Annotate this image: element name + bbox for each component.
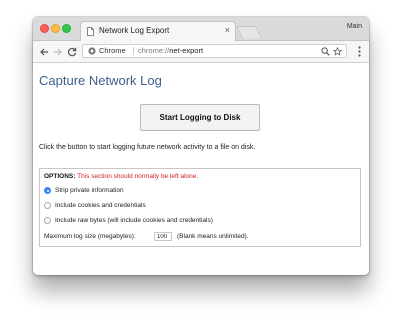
reload-icon[interactable] <box>66 46 78 58</box>
close-window-button[interactable] <box>40 24 49 33</box>
address-bar[interactable]: Chrome chrome://net-export <box>82 44 347 58</box>
url-host: net-export <box>169 46 204 55</box>
page-description: Click the button to start logging future… <box>39 144 256 151</box>
max-size-input[interactable] <box>154 232 172 241</box>
new-tab-button[interactable] <box>236 26 262 38</box>
zoom-search-icon[interactable] <box>321 47 330 56</box>
chrome-logo-icon <box>88 47 96 55</box>
bookmark-star-icon[interactable] <box>333 47 342 56</box>
radio-label: Strip private information <box>55 187 124 194</box>
profile-name[interactable]: Main <box>347 23 362 30</box>
forward-arrow-icon[interactable] <box>52 46 64 58</box>
active-tab[interactable]: Network Log Export × <box>80 21 236 41</box>
browser-window: Network Log Export × Main Chrome chrome:… <box>33 17 369 275</box>
back-arrow-icon[interactable] <box>38 46 50 58</box>
more-menu-icon[interactable] <box>358 46 361 57</box>
security-chip-label: Chrome <box>99 46 126 55</box>
options-panel: OPTIONS: This section should normally be… <box>39 168 361 247</box>
title-bar: Network Log Export × Main <box>33 17 369 41</box>
tab-title: Network Log Export <box>99 26 170 35</box>
radio-label: Include cookies and credentials <box>55 202 146 209</box>
radio-button[interactable] <box>44 217 51 224</box>
url-text: chrome://net-export <box>138 46 203 55</box>
close-tab-icon[interactable]: × <box>225 25 230 35</box>
radio-button[interactable] <box>44 202 51 209</box>
max-size-hint: (Blank means unlimited). <box>177 233 249 240</box>
page-title: Capture Network Log <box>39 73 162 88</box>
max-size-label: Maximum log size (megabytes): <box>44 233 136 240</box>
options-header: OPTIONS: This section should normally be… <box>44 173 198 180</box>
start-logging-button[interactable]: Start Logging to Disk <box>140 104 260 131</box>
maximize-window-button[interactable] <box>62 24 71 33</box>
radio-label: Include raw bytes (will include cookies … <box>55 217 213 224</box>
page-content: Capture Network Log Start Logging to Dis… <box>33 63 369 275</box>
omnibox-divider <box>133 47 134 55</box>
radio-button-selected[interactable] <box>44 187 51 194</box>
page-icon <box>87 27 94 36</box>
url-scheme: chrome:// <box>138 46 170 55</box>
minimize-window-button[interactable] <box>51 24 60 33</box>
browser-toolbar: Chrome chrome://net-export <box>33 41 369 63</box>
options-warning: This section should normally be left alo… <box>77 173 199 180</box>
options-heading: OPTIONS: <box>44 173 76 180</box>
